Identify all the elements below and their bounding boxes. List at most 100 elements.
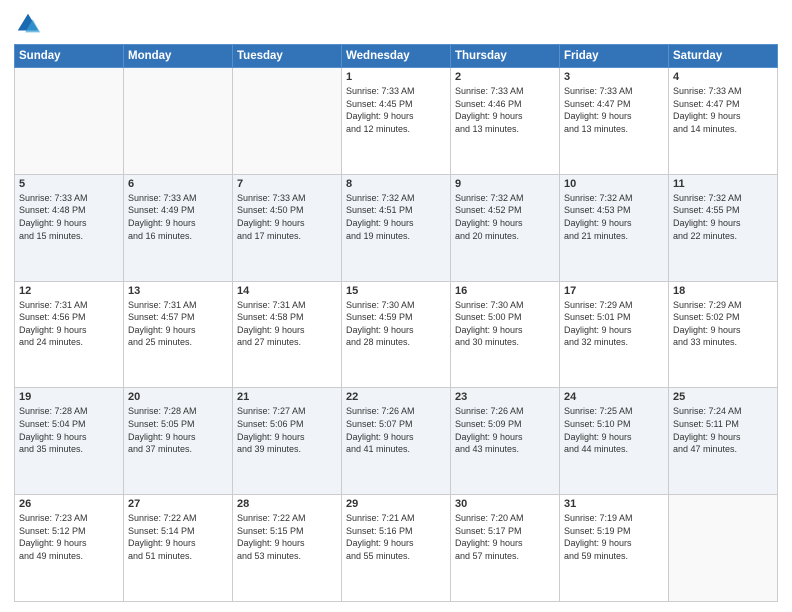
day-info: Sunrise: 7:32 AM Sunset: 4:51 PM Dayligh…	[346, 192, 446, 242]
day-number: 3	[564, 71, 664, 83]
day-cell	[15, 68, 124, 175]
day-number: 24	[564, 391, 664, 403]
day-cell: 16 Sunrise: 7:30 AM Sunset: 5:00 PM Dayli…	[451, 281, 560, 388]
day-cell: 13Sunrise: 7:31 AM Sunset: 4:57 PM Dayli…	[124, 281, 233, 388]
day-number: 19	[19, 391, 119, 403]
day-cell: 30 Sunrise: 7:20 AM Sunset: 5:17 PM Dayli…	[451, 495, 560, 602]
day-number: 30	[455, 498, 555, 510]
day-number: 18	[673, 285, 773, 297]
day-number: 22	[346, 391, 446, 403]
day-cell: 31 Sunrise: 7:19 AM Sunset: 5:19 PM Dayli…	[560, 495, 669, 602]
weekday-header-friday: Friday	[560, 45, 669, 68]
day-info: Sunrise: 7:31 AM Sunset: 4:58 PM Dayligh…	[237, 299, 337, 349]
calendar: SundayMondayTuesdayWednesdayThursdayFrid…	[14, 44, 778, 602]
day-cell: 6 Sunrise: 7:33 AM Sunset: 4:49 PM Daylig…	[124, 174, 233, 281]
day-info: Sunrise: 7:33 AM Sunset: 4:49 PM Dayligh…	[128, 192, 228, 242]
day-cell	[233, 68, 342, 175]
day-cell: 9 Sunrise: 7:32 AM Sunset: 4:52 PM Daylig…	[451, 174, 560, 281]
day-cell: 19 Sunrise: 7:28 AM Sunset: 5:04 PM Dayli…	[15, 388, 124, 495]
day-cell: 21Sunrise: 7:27 AM Sunset: 5:06 PM Dayli…	[233, 388, 342, 495]
day-number: 31	[564, 498, 664, 510]
day-info: Sunrise: 7:21 AM Sunset: 5:16 PM Dayligh…	[346, 512, 446, 562]
day-info: Sunrise: 7:20 AM Sunset: 5:17 PM Dayligh…	[455, 512, 555, 562]
weekday-header-tuesday: Tuesday	[233, 45, 342, 68]
day-info: Sunrise: 7:31 AM Sunset: 4:56 PM Dayligh…	[19, 299, 119, 349]
day-number: 23	[455, 391, 555, 403]
day-cell: 12 Sunrise: 7:31 AM Sunset: 4:56 PM Dayli…	[15, 281, 124, 388]
logo	[14, 10, 46, 38]
week-row-1: 5 Sunrise: 7:33 AM Sunset: 4:48 PM Daylig…	[15, 174, 778, 281]
day-cell: 17 Sunrise: 7:29 AM Sunset: 5:01 PM Dayli…	[560, 281, 669, 388]
day-number: 7	[237, 178, 337, 190]
week-row-4: 26 Sunrise: 7:23 AM Sunset: 5:12 PM Dayli…	[15, 495, 778, 602]
day-cell: 11 Sunrise: 7:32 AM Sunset: 4:55 PM Dayli…	[669, 174, 778, 281]
day-cell: 24Sunrise: 7:25 AM Sunset: 5:10 PM Dayli…	[560, 388, 669, 495]
day-info: Sunrise: 7:30 AM Sunset: 5:00 PM Dayligh…	[455, 299, 555, 349]
weekday-header-row: SundayMondayTuesdayWednesdayThursdayFrid…	[15, 45, 778, 68]
day-info: Sunrise: 7:19 AM Sunset: 5:19 PM Dayligh…	[564, 512, 664, 562]
weekday-header-wednesday: Wednesday	[342, 45, 451, 68]
day-number: 4	[673, 71, 773, 83]
day-info: Sunrise: 7:24 AM Sunset: 5:11 PM Dayligh…	[673, 405, 773, 455]
day-cell: 14 Sunrise: 7:31 AM Sunset: 4:58 PM Dayli…	[233, 281, 342, 388]
logo-icon	[14, 10, 42, 38]
day-info: Sunrise: 7:33 AM Sunset: 4:45 PM Dayligh…	[346, 85, 446, 135]
day-cell: 28 Sunrise: 7:22 AM Sunset: 5:15 PM Dayli…	[233, 495, 342, 602]
day-info: Sunrise: 7:27 AM Sunset: 5:06 PM Dayligh…	[237, 405, 337, 455]
weekday-header-monday: Monday	[124, 45, 233, 68]
day-number: 2	[455, 71, 555, 83]
day-info: Sunrise: 7:31 AM Sunset: 4:57 PM Dayligh…	[128, 299, 228, 349]
day-number: 27	[128, 498, 228, 510]
day-cell: 7 Sunrise: 7:33 AM Sunset: 4:50 PM Daylig…	[233, 174, 342, 281]
day-number: 15	[346, 285, 446, 297]
day-info: Sunrise: 7:33 AM Sunset: 4:50 PM Dayligh…	[237, 192, 337, 242]
day-number: 28	[237, 498, 337, 510]
day-cell: 26 Sunrise: 7:23 AM Sunset: 5:12 PM Dayli…	[15, 495, 124, 602]
day-number: 9	[455, 178, 555, 190]
day-number: 8	[346, 178, 446, 190]
day-number: 14	[237, 285, 337, 297]
day-number: 25	[673, 391, 773, 403]
day-number: 5	[19, 178, 119, 190]
weekday-header-saturday: Saturday	[669, 45, 778, 68]
day-number: 29	[346, 498, 446, 510]
day-info: Sunrise: 7:22 AM Sunset: 5:15 PM Dayligh…	[237, 512, 337, 562]
day-cell: 22Sunrise: 7:26 AM Sunset: 5:07 PM Dayli…	[342, 388, 451, 495]
day-info: Sunrise: 7:33 AM Sunset: 4:48 PM Dayligh…	[19, 192, 119, 242]
day-cell: 27 Sunrise: 7:22 AM Sunset: 5:14 PM Dayli…	[124, 495, 233, 602]
day-cell	[669, 495, 778, 602]
day-number: 11	[673, 178, 773, 190]
day-info: Sunrise: 7:28 AM Sunset: 5:05 PM Dayligh…	[128, 405, 228, 455]
day-number: 17	[564, 285, 664, 297]
week-row-2: 12 Sunrise: 7:31 AM Sunset: 4:56 PM Dayli…	[15, 281, 778, 388]
day-info: Sunrise: 7:32 AM Sunset: 4:52 PM Dayligh…	[455, 192, 555, 242]
day-info: Sunrise: 7:29 AM Sunset: 5:01 PM Dayligh…	[564, 299, 664, 349]
day-info: Sunrise: 7:33 AM Sunset: 4:46 PM Dayligh…	[455, 85, 555, 135]
day-number: 10	[564, 178, 664, 190]
day-info: Sunrise: 7:33 AM Sunset: 4:47 PM Dayligh…	[564, 85, 664, 135]
day-cell	[124, 68, 233, 175]
day-cell: 1 Sunrise: 7:33 AM Sunset: 4:45 PM Daylig…	[342, 68, 451, 175]
day-number: 6	[128, 178, 228, 190]
day-info: Sunrise: 7:22 AM Sunset: 5:14 PM Dayligh…	[128, 512, 228, 562]
day-cell: 20Sunrise: 7:28 AM Sunset: 5:05 PM Dayli…	[124, 388, 233, 495]
day-info: Sunrise: 7:32 AM Sunset: 4:53 PM Dayligh…	[564, 192, 664, 242]
day-number: 1	[346, 71, 446, 83]
header	[14, 10, 778, 38]
day-cell: 8 Sunrise: 7:32 AM Sunset: 4:51 PM Daylig…	[342, 174, 451, 281]
day-info: Sunrise: 7:29 AM Sunset: 5:02 PM Dayligh…	[673, 299, 773, 349]
day-info: Sunrise: 7:28 AM Sunset: 5:04 PM Dayligh…	[19, 405, 119, 455]
day-info: Sunrise: 7:32 AM Sunset: 4:55 PM Dayligh…	[673, 192, 773, 242]
day-info: Sunrise: 7:33 AM Sunset: 4:47 PM Dayligh…	[673, 85, 773, 135]
day-number: 26	[19, 498, 119, 510]
day-cell: 25 Sunrise: 7:24 AM Sunset: 5:11 PM Dayli…	[669, 388, 778, 495]
day-cell: 23Sunrise: 7:26 AM Sunset: 5:09 PM Dayli…	[451, 388, 560, 495]
weekday-header-thursday: Thursday	[451, 45, 560, 68]
week-row-3: 19 Sunrise: 7:28 AM Sunset: 5:04 PM Dayli…	[15, 388, 778, 495]
day-info: Sunrise: 7:23 AM Sunset: 5:12 PM Dayligh…	[19, 512, 119, 562]
day-cell: 10 Sunrise: 7:32 AM Sunset: 4:53 PM Dayli…	[560, 174, 669, 281]
page: SundayMondayTuesdayWednesdayThursdayFrid…	[0, 0, 792, 612]
day-number: 12	[19, 285, 119, 297]
day-number: 16	[455, 285, 555, 297]
day-cell: 18 Sunrise: 7:29 AM Sunset: 5:02 PM Dayli…	[669, 281, 778, 388]
